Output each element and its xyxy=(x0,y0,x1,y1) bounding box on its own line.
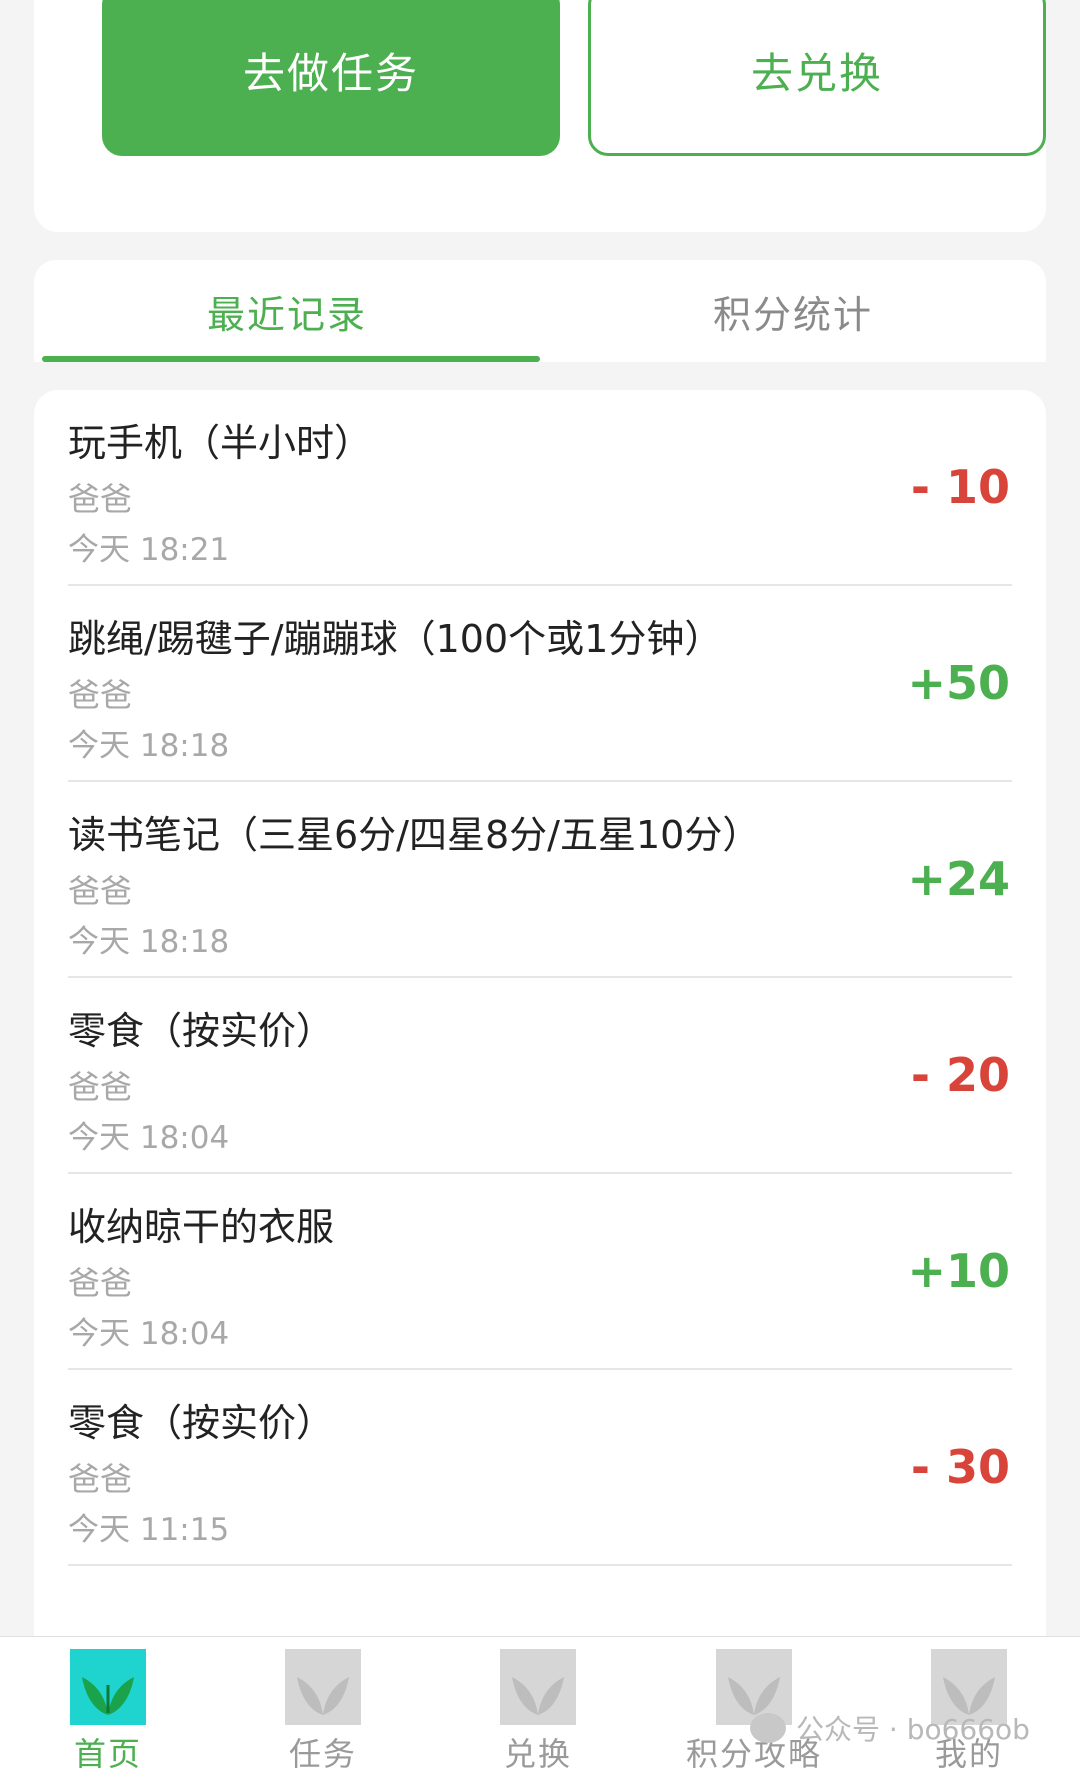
active-tab-indicator xyxy=(42,356,540,362)
nav-home[interactable]: 首页 xyxy=(38,1637,178,1771)
record-item[interactable]: 玩手机（半小时） 爸爸 今天 18:21 - 10 xyxy=(68,390,1012,586)
record-time: 今天 18:18 xyxy=(68,924,230,960)
record-time: 今天 18:18 xyxy=(68,728,230,764)
bottom-navigation: 首页 任务 兑换 积分攻略 我的 xyxy=(0,1636,1080,1771)
record-points: +50 xyxy=(907,656,1010,710)
record-title: 零食（按实价） xyxy=(68,1009,335,1053)
tab-recent-records[interactable]: 最近记录 xyxy=(34,260,540,362)
task-leaf-icon xyxy=(285,1649,361,1725)
record-title: 玩手机（半小时） xyxy=(68,421,373,465)
record-points: - 30 xyxy=(910,1440,1010,1494)
record-author: 爸爸 xyxy=(68,1264,133,1302)
record-item[interactable]: 零食（按实价） 爸爸 今天 11:15 - 30 xyxy=(68,1370,1012,1566)
nav-task-label: 任务 xyxy=(288,1735,357,1771)
record-author: 爸爸 xyxy=(68,1068,133,1106)
record-title: 零食（按实价） xyxy=(68,1401,335,1445)
nav-points-guide[interactable]: 积分攻略 xyxy=(684,1637,824,1771)
watermark-text: 公众号 · bo666ob xyxy=(796,1713,1030,1746)
nav-exchange[interactable]: 兑换 xyxy=(468,1637,608,1771)
do-task-button[interactable]: 去做任务 xyxy=(102,0,560,156)
nav-task[interactable]: 任务 xyxy=(253,1637,393,1771)
record-title: 读书笔记（三星6分/四星8分/五星10分） xyxy=(68,813,761,857)
record-time: 今天 18:21 xyxy=(68,532,230,568)
record-title: 收纳晾干的衣服 xyxy=(68,1205,335,1249)
record-tabs: 最近记录 积分统计 xyxy=(34,260,1046,362)
record-points: +10 xyxy=(907,1244,1010,1298)
records-list: 玩手机（半小时） 爸爸 今天 18:21 - 10 跳绳/踢毽子/蹦蹦球（100… xyxy=(34,390,1046,1640)
record-time: 今天 18:04 xyxy=(68,1316,230,1352)
home-leaf-icon xyxy=(70,1649,146,1725)
record-author: 爸爸 xyxy=(68,676,133,714)
action-card: 去做任务 去兑换 xyxy=(34,0,1046,232)
record-author: 爸爸 xyxy=(68,480,133,518)
record-time: 今天 18:04 xyxy=(68,1120,230,1156)
watermark: 公众号 · bo666ob xyxy=(750,1708,1030,1748)
record-points: - 10 xyxy=(910,460,1010,514)
nav-profile[interactable]: 我的 xyxy=(899,1637,1039,1771)
wechat-icon xyxy=(750,1713,786,1743)
record-item[interactable]: 读书笔记（三星6分/四星8分/五星10分） 爸爸 今天 18:18 +24 xyxy=(68,782,1012,978)
nav-exchange-label: 兑换 xyxy=(503,1735,572,1771)
record-points: +24 xyxy=(907,852,1010,906)
go-exchange-button[interactable]: 去兑换 xyxy=(588,0,1046,156)
record-author: 爸爸 xyxy=(68,872,133,910)
record-item[interactable]: 收纳晾干的衣服 爸爸 今天 18:04 +10 xyxy=(68,1174,1012,1370)
record-time: 今天 11:15 xyxy=(68,1512,230,1548)
record-title: 跳绳/踢毽子/蹦蹦球（100个或1分钟） xyxy=(68,617,723,661)
record-item[interactable]: 零食（按实价） 爸爸 今天 18:04 - 20 xyxy=(68,978,1012,1174)
nav-home-label: 首页 xyxy=(73,1735,142,1771)
exchange-leaf-icon xyxy=(500,1649,576,1725)
record-item[interactable]: 跳绳/踢毽子/蹦蹦球（100个或1分钟） 爸爸 今天 18:18 +50 xyxy=(68,586,1012,782)
record-points: - 20 xyxy=(910,1048,1010,1102)
tab-points-statistics[interactable]: 积分统计 xyxy=(540,260,1046,362)
record-author: 爸爸 xyxy=(68,1460,133,1498)
